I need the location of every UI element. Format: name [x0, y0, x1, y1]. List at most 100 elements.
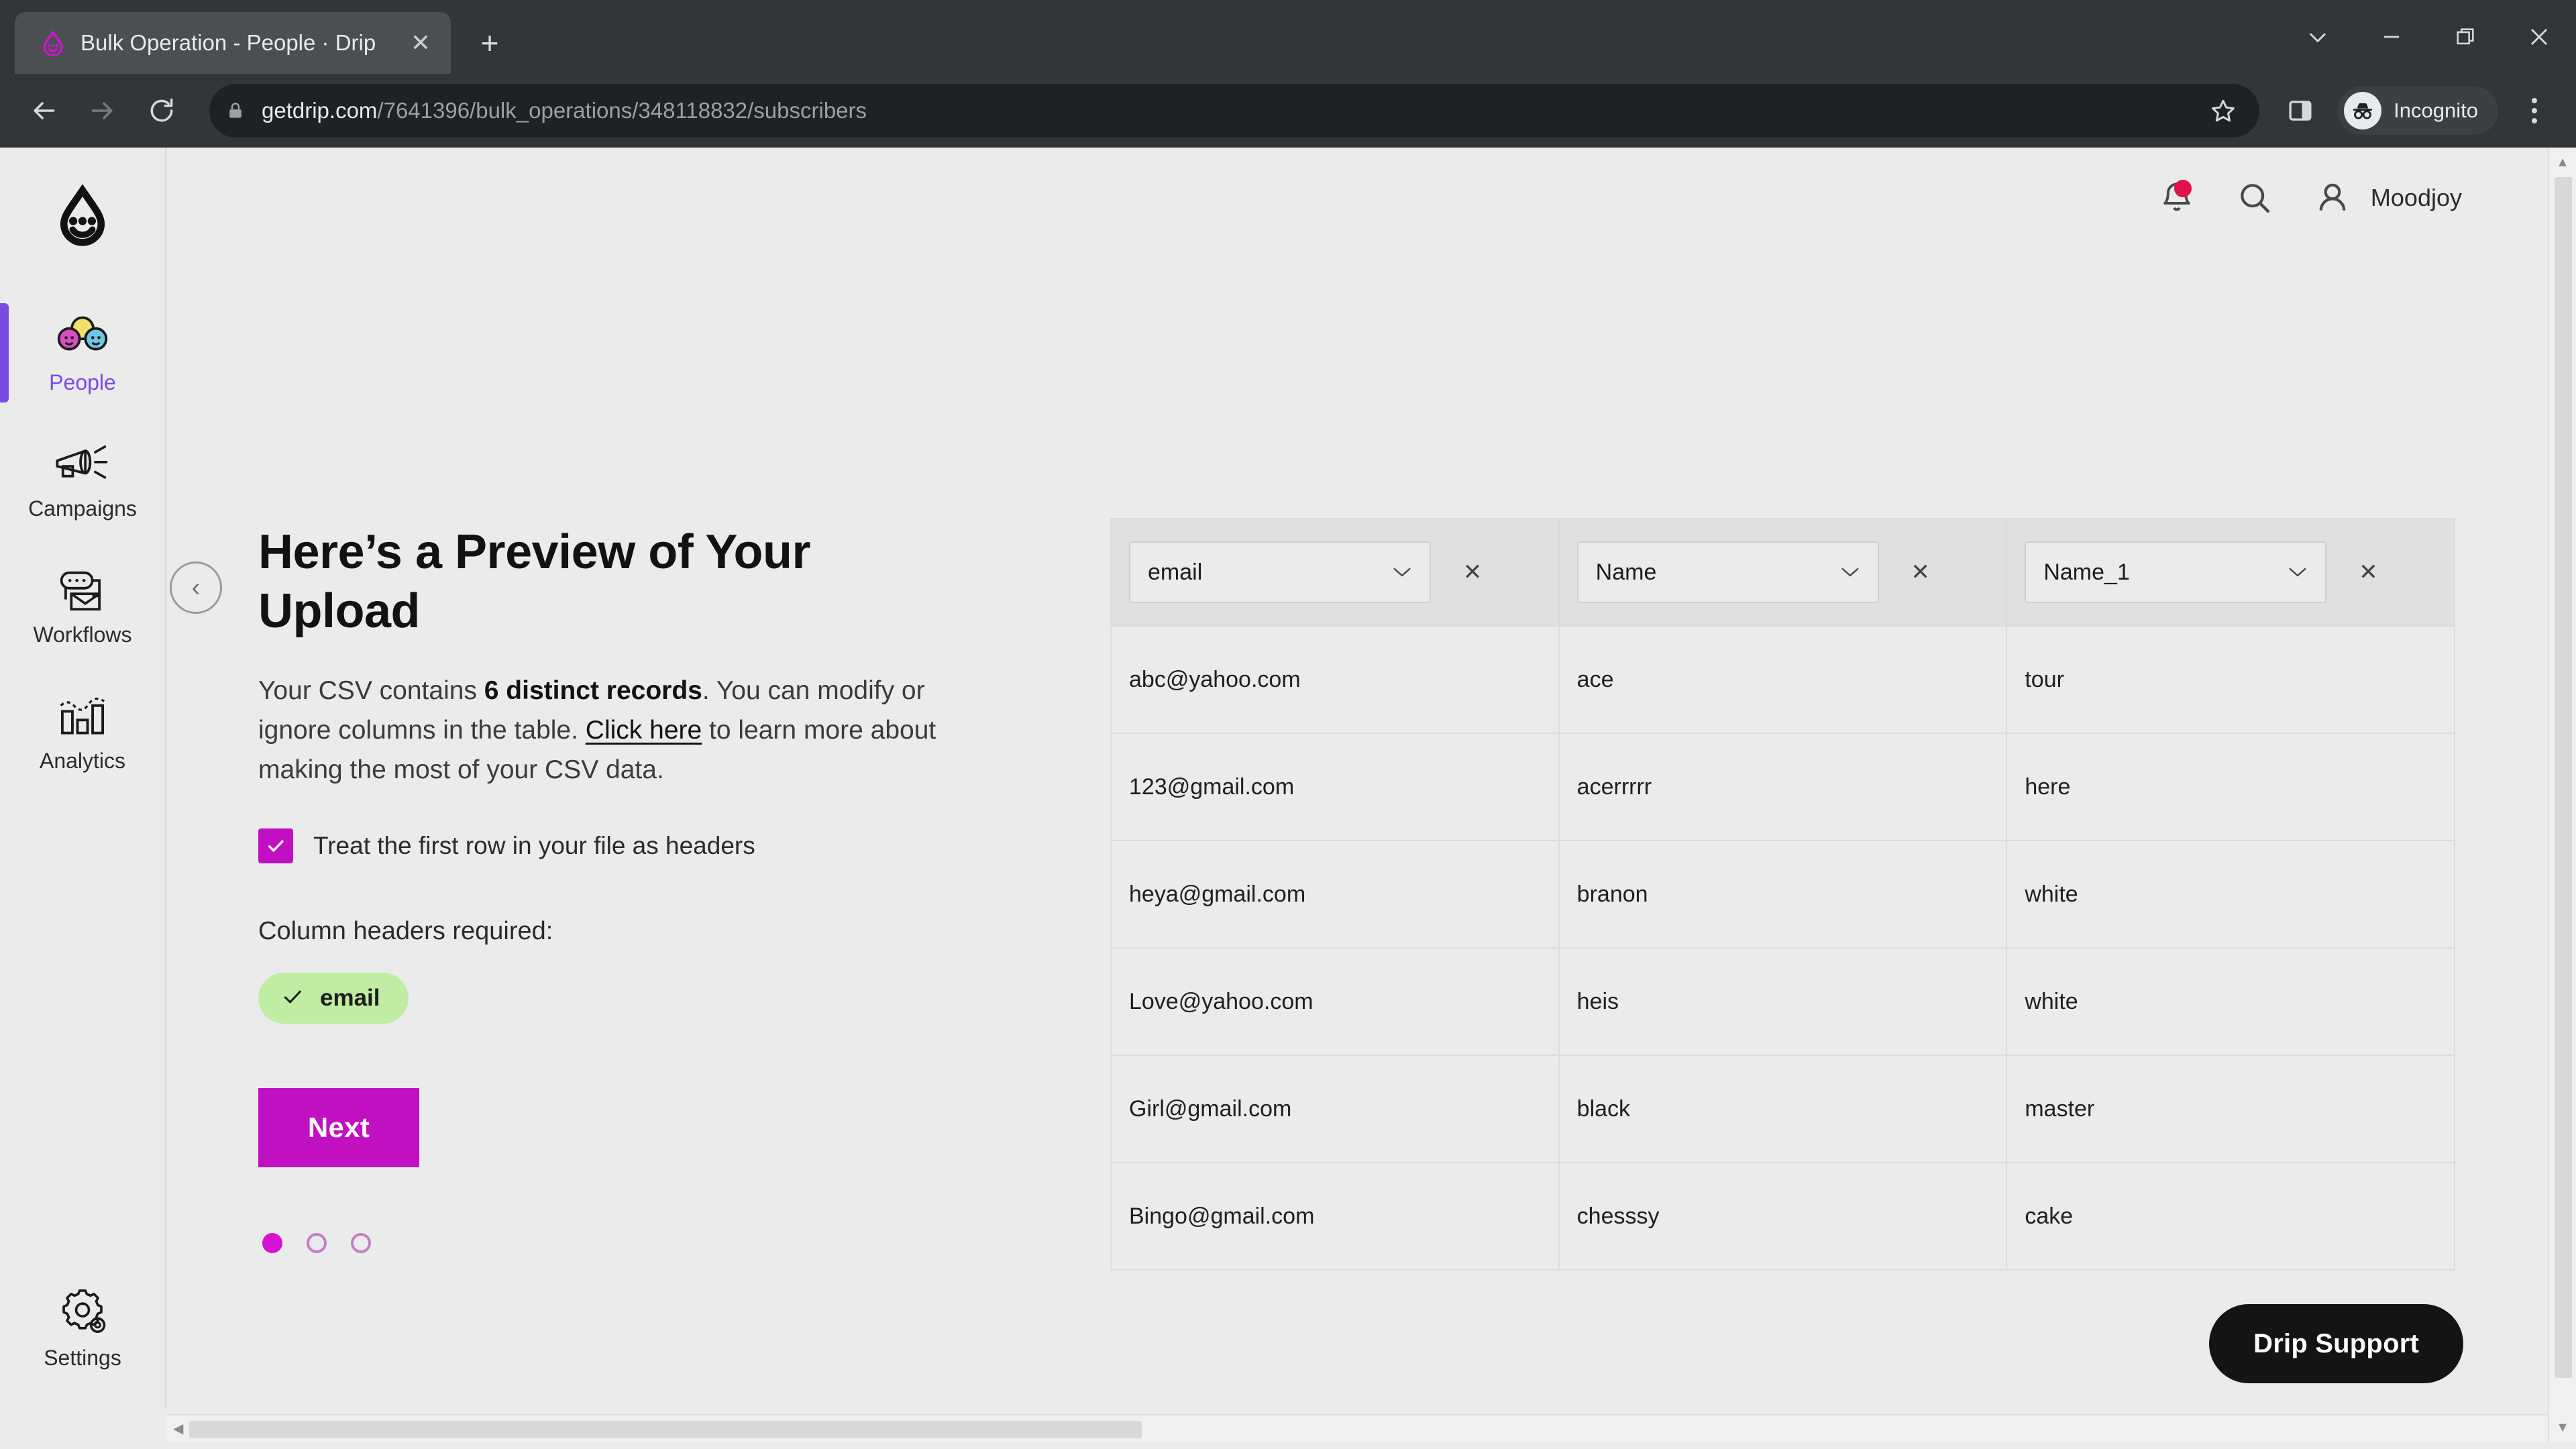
next-button[interactable]: Next	[258, 1088, 419, 1168]
search-icon[interactable]	[2231, 174, 2278, 221]
table-header-row: email ✕ Name ✕ Name_1 ✕	[1112, 519, 2454, 625]
sidebar-item-settings[interactable]: Settings	[0, 1264, 166, 1390]
table-cell: heis	[1560, 949, 2008, 1055]
close-window-button[interactable]	[2502, 0, 2576, 74]
table-cell: acerrrrr	[1560, 734, 2008, 840]
table-cell: master	[2025, 1095, 2095, 1122]
table-cell: tour	[2025, 666, 2064, 692]
table-row: abc@yahoo.com ace tour	[1112, 625, 2454, 733]
pagination-dot-1[interactable]	[262, 1233, 282, 1254]
back-button[interactable]	[17, 85, 70, 137]
sidebar-item-label: Workflows	[33, 622, 132, 647]
column-mapping-value: Name	[1595, 559, 1657, 585]
remove-column-button[interactable]: ✕	[1896, 559, 1945, 586]
sidebar-item-workflows[interactable]: Workflows	[0, 541, 166, 667]
table-cell: chesssy	[1560, 1163, 2008, 1269]
megaphone-icon	[52, 435, 113, 488]
sidebar-item-people[interactable]: People	[0, 288, 166, 415]
maximize-button[interactable]	[2428, 0, 2502, 74]
scroll-left-arrow[interactable]: ◀	[173, 1422, 183, 1436]
tab-strip: Bulk Operation - People · Drip ✕ +	[0, 0, 2576, 74]
url-path: /7641396/bulk_operations/348118832/subsc…	[377, 98, 867, 123]
csv-preview-table: email ✕ Name ✕ Name_1 ✕ abc@yahoo.com ac…	[1110, 518, 2455, 1271]
bar-chart-icon	[54, 687, 111, 741]
account-name: Moodjoy	[2370, 184, 2462, 211]
table-cell: Bingo@gmail.com	[1112, 1163, 1560, 1269]
table-cell: branon	[1560, 841, 2008, 947]
sidebar-item-analytics[interactable]: Analytics	[0, 667, 166, 793]
drip-logo[interactable]	[42, 180, 123, 254]
lock-icon	[224, 99, 247, 122]
close-icon[interactable]: ✕	[402, 25, 439, 61]
table-row: heya@gmail.com branon white	[1112, 840, 2454, 947]
chevron-down-icon	[2288, 562, 2308, 582]
table-cell: heya@gmail.com	[1112, 841, 1560, 947]
vertical-scroll-thumb[interactable]	[2555, 177, 2572, 1378]
bell-icon[interactable]	[2153, 174, 2200, 221]
pagination-dot-2[interactable]	[307, 1233, 327, 1254]
column-mapping-value: Name_1	[2043, 559, 2130, 585]
table-cell: cake	[2025, 1203, 2074, 1229]
tab-title: Bulk Operation - People · Drip	[80, 30, 376, 55]
user-icon	[2309, 174, 2356, 221]
tab-search-button[interactable]	[2281, 0, 2355, 74]
scroll-up-arrow[interactable]: ▲	[2556, 156, 2569, 169]
notification-badge	[2174, 180, 2192, 197]
browser-toolbar: getdrip.com/7641396/bulk_operations/3481…	[0, 74, 2576, 148]
horizontal-scrollbar[interactable]: ◀	[166, 1414, 2548, 1442]
minimize-button[interactable]	[2355, 0, 2428, 74]
window-controls	[2281, 0, 2576, 74]
profile-label: Incognito	[2394, 99, 2478, 122]
column-mapping-select[interactable]: Name	[1576, 541, 1879, 603]
page-viewport: People Campaigns Workflows Analytics Set…	[0, 148, 2576, 1442]
table-cell: 123@gmail.com	[1112, 734, 1560, 840]
first-row-headers-checkbox[interactable]	[258, 828, 293, 864]
incognito-icon	[2344, 92, 2382, 129]
browser-tab[interactable]: Bulk Operation - People · Drip ✕	[15, 12, 451, 74]
desc-record-count: 6 distinct records	[484, 676, 702, 705]
reload-button[interactable]	[136, 85, 188, 137]
chevron-down-icon	[1840, 562, 1860, 582]
column-mapping-select[interactable]: Name_1	[2025, 541, 2327, 603]
address-bar[interactable]: getdrip.com/7641396/bulk_operations/3481…	[209, 84, 2260, 138]
chevron-left-icon[interactable]: ‹	[170, 561, 222, 614]
first-row-headers-label: Treat the first row in your file as head…	[313, 832, 755, 860]
scroll-down-arrow[interactable]: ▼	[2556, 1421, 2569, 1434]
first-row-headers-option[interactable]: Treat the first row in your file as head…	[258, 828, 996, 864]
check-icon	[281, 985, 304, 1012]
remove-column-button[interactable]: ✕	[1448, 559, 1497, 586]
browser-chrome: Bulk Operation - People · Drip ✕ + getdr…	[0, 0, 2576, 148]
table-cell: here	[2025, 773, 2071, 800]
workflows-icon	[52, 561, 113, 614]
table-cell: ace	[1560, 627, 2008, 733]
table-column-header: email ✕	[1112, 519, 1560, 625]
table-cell: black	[1560, 1056, 2008, 1162]
new-tab-button[interactable]: +	[466, 19, 514, 67]
learn-more-link[interactable]: Click here	[586, 716, 702, 745]
drip-support-button[interactable]: Drip Support	[2209, 1304, 2463, 1383]
horizontal-scroll-thumb[interactable]	[189, 1421, 1142, 1438]
table-column-header: Name_1 ✕	[2007, 519, 2454, 625]
drip-droplet-icon	[39, 29, 67, 57]
side-panel-icon[interactable]	[2274, 85, 2326, 137]
sidebar-item-label: Settings	[44, 1345, 121, 1370]
table-cell: Girl@gmail.com	[1112, 1056, 1560, 1162]
sidebar-item-campaigns[interactable]: Campaigns	[0, 415, 166, 541]
table-cell: abc@yahoo.com	[1112, 627, 1560, 733]
vertical-scrollbar[interactable]: ▲ ▼	[2548, 148, 2576, 1442]
table-row: 123@gmail.com acerrrrr here	[1112, 733, 2454, 840]
profile-chip[interactable]: Incognito	[2337, 87, 2498, 135]
forward-button[interactable]	[76, 85, 129, 137]
account-menu[interactable]: Moodjoy	[2309, 174, 2462, 221]
bookmark-star-icon[interactable]	[2204, 92, 2242, 129]
chevron-down-icon	[1392, 562, 1412, 582]
app-header: Moodjoy	[166, 148, 2576, 248]
table-row: Bingo@gmail.com chesssy cake	[1112, 1162, 2454, 1269]
kebab-menu-icon[interactable]	[2510, 87, 2559, 135]
pagination-dot-3[interactable]	[351, 1233, 371, 1254]
table-cell: white	[2025, 988, 2078, 1014]
description-text: Your CSV contains 6 distinct records. Yo…	[258, 671, 979, 790]
remove-column-button[interactable]: ✕	[2344, 559, 2392, 586]
column-mapping-select[interactable]: email	[1129, 541, 1431, 603]
table-column-header: Name ✕	[1560, 519, 2008, 625]
